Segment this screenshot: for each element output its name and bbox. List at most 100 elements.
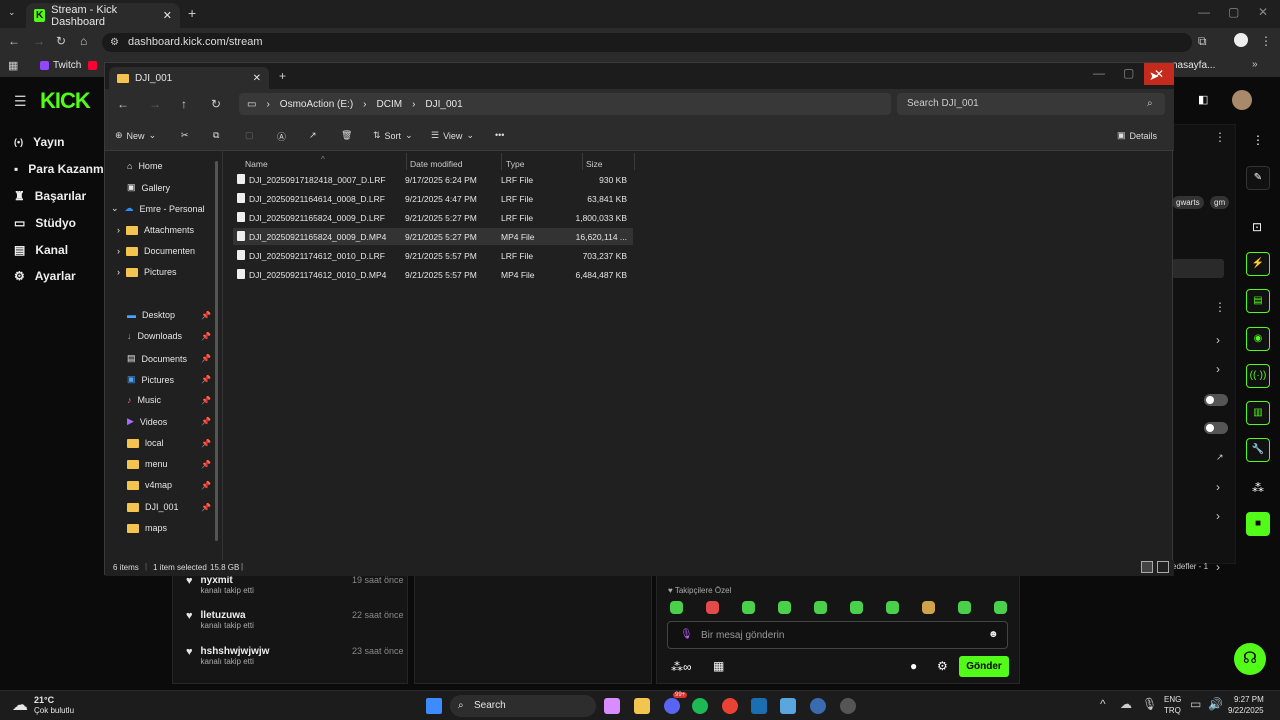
close-tab-icon[interactable]: ✕ bbox=[253, 73, 261, 84]
wrench-icon[interactable]: 🔧 bbox=[1246, 438, 1270, 462]
file-explorer-icon[interactable] bbox=[634, 698, 650, 714]
tag-chip[interactable]: gm bbox=[1210, 196, 1230, 209]
maximize-icon[interactable]: ▢ bbox=[1228, 5, 1239, 19]
file-row[interactable]: DJI_20250921164614_0008_D.LRF 9/21/2025 4… bbox=[233, 190, 633, 207]
forward-icon[interactable]: → bbox=[33, 34, 45, 48]
settings-icon[interactable]: ⚙ bbox=[937, 659, 948, 673]
nav-basarilar[interactable]: ♜ Başarılar bbox=[14, 189, 86, 203]
chevron-right-icon[interactable]: › bbox=[1216, 333, 1220, 347]
details-view-icon[interactable] bbox=[1141, 561, 1153, 573]
sidebar-item-home[interactable]: ⌂ Home bbox=[127, 161, 162, 171]
pencil-icon[interactable]: ✎ bbox=[1246, 166, 1270, 190]
share-icon[interactable]: ⁂ bbox=[1252, 481, 1264, 495]
sidebar-scrollbar[interactable] bbox=[215, 161, 218, 541]
sidebar-item-gallery[interactable]: ▣ Gallery bbox=[127, 182, 170, 193]
forward-icon[interactable]: → bbox=[149, 97, 161, 111]
file-row[interactable]: DJI_20250917182418_0007_D.LRF 9/17/2025 6… bbox=[233, 171, 633, 188]
search-input[interactable]: Search DJI_001 ⌕ bbox=[897, 93, 1165, 115]
column-header-size[interactable]: Size bbox=[586, 159, 603, 169]
sidebar-item-attachments[interactable]: › Attachments bbox=[117, 225, 194, 235]
toggle-switch[interactable] bbox=[1204, 422, 1228, 434]
reload-icon[interactable]: ↻ bbox=[56, 34, 66, 48]
nav-kanal[interactable]: ▤ Kanal bbox=[14, 243, 68, 257]
sidebar-item-pictures[interactable]: ▣ Pictures bbox=[127, 374, 174, 385]
new-button[interactable]: ⊕ New ⌄ bbox=[115, 130, 156, 141]
up-icon[interactable]: ↑ bbox=[181, 97, 187, 111]
new-tab-icon[interactable]: + bbox=[188, 5, 196, 21]
spotify-icon[interactable] bbox=[692, 698, 708, 714]
sidebar-item-documents[interactable]: ▤ Documents bbox=[127, 353, 187, 364]
sidebar-item-downloads[interactable]: ↓ Downloads bbox=[127, 331, 182, 341]
share-icon[interactable]: ↗ bbox=[309, 130, 317, 141]
discord-icon[interactable] bbox=[664, 698, 680, 714]
column-header-name[interactable]: Name bbox=[245, 159, 268, 169]
steam-icon[interactable] bbox=[751, 698, 767, 714]
sort-button[interactable]: ⇅ Sort ⌄ bbox=[373, 130, 413, 141]
store-icon[interactable]: ▦ bbox=[713, 659, 724, 673]
sidebar-item-desktop[interactable]: ▬ Desktop bbox=[127, 310, 175, 320]
home-icon[interactable]: ⌂ bbox=[80, 34, 87, 48]
kick-logo[interactable]: KICK bbox=[40, 88, 91, 114]
menu-dots-icon[interactable]: ⋮ bbox=[1260, 34, 1272, 48]
chevron-right-icon[interactable]: › bbox=[1216, 509, 1220, 523]
sidebar-item-dji001[interactable]: DJI_001 bbox=[127, 502, 179, 512]
sidebar-item-music[interactable]: ♪ Music bbox=[127, 395, 161, 405]
browser-tab[interactable]: K Stream - Kick Dashboard ✕ bbox=[26, 3, 180, 28]
toggle-switch[interactable] bbox=[1204, 394, 1228, 406]
copilot-icon[interactable] bbox=[604, 698, 620, 714]
tray-chevron-icon[interactable]: ^ bbox=[1100, 697, 1106, 711]
chat-input[interactable]: 🎙 Bir mesaj gönderin ☻ bbox=[667, 621, 1008, 649]
panel-input[interactable] bbox=[1172, 259, 1224, 278]
language[interactable]: ENG bbox=[1164, 695, 1181, 704]
hamburger-menu-icon[interactable]: ☰ bbox=[14, 93, 27, 110]
close-tab-icon[interactable]: ✕ bbox=[163, 9, 172, 22]
weather-temp[interactable]: 21°C bbox=[34, 695, 54, 705]
emote-icon[interactable] bbox=[922, 601, 935, 614]
kick-badge-icon[interactable]: ◧ bbox=[1198, 93, 1208, 106]
explorer-tab[interactable]: DJI_001 ✕ bbox=[109, 67, 269, 89]
close-window-icon[interactable]: ✕ bbox=[1258, 5, 1268, 19]
lightning-icon[interactable]: ⚡ bbox=[1246, 252, 1270, 276]
back-icon[interactable]: ← bbox=[8, 34, 20, 48]
sidebar-item-maps[interactable]: maps bbox=[127, 523, 167, 533]
chat-bubble-icon[interactable]: ● bbox=[910, 659, 917, 673]
microphone-icon[interactable]: 🎙 bbox=[680, 629, 693, 640]
extensions-icon[interactable]: ⧉ bbox=[1198, 34, 1207, 49]
network-icon[interactable]: ▭ bbox=[1190, 697, 1201, 711]
copy-icon[interactable]: ⧉ bbox=[213, 130, 219, 141]
column-header-type[interactable]: Type bbox=[506, 159, 524, 169]
file-row[interactable]: DJI_20250921174612_0010_D.LRF 9/21/2025 5… bbox=[233, 247, 633, 264]
help-bubble-icon[interactable]: ☊ bbox=[1234, 643, 1266, 675]
document-icon[interactable]: ▤ bbox=[1246, 289, 1270, 313]
breadcrumb-dcim[interactable]: DCIM bbox=[377, 99, 403, 110]
youtube-icon[interactable] bbox=[88, 61, 97, 70]
send-button[interactable]: Gönder bbox=[959, 656, 1009, 677]
breadcrumb-drive[interactable]: OsmoAction (E:) bbox=[280, 99, 353, 110]
emote-shortcut-icon[interactable]: ⁂∞ bbox=[671, 660, 692, 674]
emote-icon[interactable] bbox=[778, 601, 791, 614]
site-info-icon[interactable]: ⚙ bbox=[110, 33, 119, 52]
volume-icon[interactable]: 🔊 bbox=[1208, 697, 1223, 711]
profile-avatar[interactable] bbox=[1234, 33, 1248, 47]
more-bookmarks-icon[interactable]: » bbox=[1252, 59, 1258, 70]
file-row[interactable]: DJI_20250921165824_0009_D.LRF 9/21/2025 5… bbox=[233, 209, 633, 226]
bookmark-nasayfa[interactable]: nasayfa... bbox=[1172, 60, 1215, 71]
maximize-icon[interactable]: ▢ bbox=[1123, 66, 1134, 80]
taskbar-search[interactable]: ⌕ Search bbox=[450, 695, 596, 717]
user-avatar[interactable] bbox=[1232, 90, 1252, 110]
layers-icon[interactable]: ▥ bbox=[1246, 401, 1270, 425]
tag-chip[interactable]: gwarts bbox=[1172, 196, 1204, 209]
new-tab-icon[interactable]: + bbox=[279, 69, 286, 83]
app-icon[interactable] bbox=[810, 698, 826, 714]
nav-yayin[interactable]: (•) Yayın bbox=[14, 135, 65, 149]
tiles-view-icon[interactable] bbox=[1157, 561, 1169, 573]
nav-para-kazanma[interactable]: ▪ Para Kazanm bbox=[14, 162, 104, 176]
nav-ayarlar[interactable]: ⚙ Ayarlar bbox=[14, 269, 76, 283]
microphone-icon[interactable]: 🎙 bbox=[1142, 697, 1157, 711]
delete-icon[interactable]: 🗑 bbox=[341, 130, 352, 141]
chart-icon[interactable]: ↗ bbox=[1216, 452, 1224, 463]
minimize-icon[interactable]: — bbox=[1198, 5, 1210, 19]
emote-icon[interactable] bbox=[706, 601, 719, 614]
weather-icon[interactable]: ☁ bbox=[12, 695, 28, 715]
paste-icon[interactable]: ▢ bbox=[245, 130, 254, 141]
